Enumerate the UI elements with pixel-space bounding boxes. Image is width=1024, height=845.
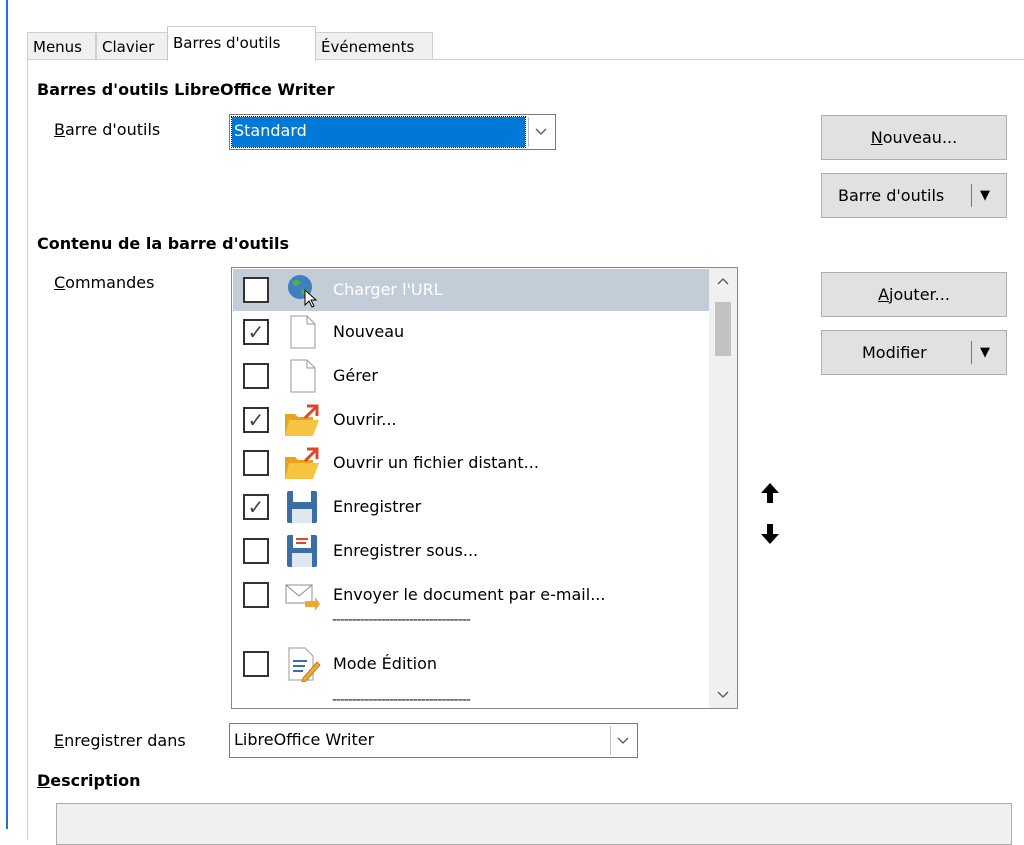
command-label: Mode Édition	[333, 654, 438, 673]
chevron-down-icon[interactable]	[528, 117, 553, 147]
save-in-value: LibreOffice Writer	[234, 730, 375, 749]
commands-list[interactable]: Charger l'URL ✓ Nouveau Gérer ✓ Ouvrir..…	[231, 267, 738, 709]
new-button-rest: ouveau...	[882, 128, 958, 147]
command-separator: ----------------------------------	[332, 692, 471, 708]
toolbar-select-value: Standard	[231, 116, 526, 148]
command-row-manage[interactable]: Gérer	[233, 355, 709, 397]
content-heading: Contenu de la barre d'outils	[37, 234, 290, 253]
toolbar-menu-label: Barre d'outils	[838, 186, 945, 205]
command-checkbox[interactable]	[243, 450, 269, 476]
tab-menus[interactable]: Menus	[27, 32, 96, 60]
toolbar-menu-button[interactable]: Barre d'outils ▼	[821, 173, 1007, 218]
save-in-mnemonic: E	[54, 731, 65, 750]
tab-label: Événements	[321, 38, 415, 56]
split-divider	[971, 341, 972, 364]
add-button-mnemonic: A	[878, 285, 890, 304]
split-divider	[971, 184, 972, 207]
move-up-arrow-icon[interactable]	[758, 482, 782, 506]
command-label: Envoyer le document par e-mail...	[333, 585, 606, 604]
tab-barres-d-outils[interactable]: Barres d'outils	[167, 26, 316, 61]
add-command-button[interactable]: Ajouter...	[821, 272, 1007, 317]
scroll-up-icon[interactable]	[709, 268, 737, 294]
floppy-saveas-icon	[287, 535, 317, 567]
command-row-open-remote[interactable]: Ouvrir un fichier distant...	[233, 442, 709, 484]
modify-command-button[interactable]: Modifier ▼	[821, 330, 1007, 375]
new-toolbar-button[interactable]: Nouveau...	[821, 115, 1007, 160]
toolbar-label-rest: arre d'outils	[64, 120, 161, 139]
tab-label: Barres d'outils	[173, 34, 281, 52]
command-checkbox[interactable]	[243, 582, 269, 608]
tab-label: Clavier	[102, 38, 155, 56]
tab-label: Menus	[33, 38, 82, 56]
command-label: Ouvrir...	[333, 410, 397, 429]
scroll-down-icon[interactable]	[709, 682, 737, 708]
command-label: Gérer	[333, 366, 378, 385]
save-in-select[interactable]: LibreOffice Writer	[229, 723, 638, 758]
commands-mnemonic: C	[54, 273, 66, 292]
folder-open-icon	[285, 447, 319, 479]
document-icon	[290, 315, 316, 349]
command-checkbox-checked[interactable]: ✓	[243, 319, 269, 345]
save-in-label-rest: nregistrer dans	[64, 731, 186, 750]
command-label: Enregistrer	[333, 497, 422, 516]
move-down-arrow-icon[interactable]	[758, 523, 782, 547]
toolbar-label-mnemonic: B	[54, 120, 65, 139]
command-checkbox[interactable]	[243, 363, 269, 389]
command-label: Nouveau	[333, 322, 405, 341]
floppy-icon	[287, 491, 317, 523]
globe-icon	[288, 275, 318, 308]
command-label: Enregistrer sous...	[333, 541, 479, 560]
save-in-label: Enregistrer dans	[54, 731, 186, 750]
command-row-new[interactable]: ✓ Nouveau	[233, 311, 709, 353]
command-checkbox-checked[interactable]: ✓	[243, 494, 269, 520]
commands-scrollbar[interactable]	[709, 268, 737, 708]
dropdown-arrow-icon: ▼	[980, 345, 990, 360]
description-box	[56, 803, 1012, 845]
command-checkbox[interactable]	[243, 277, 269, 303]
command-row-save[interactable]: ✓ Enregistrer	[233, 486, 709, 528]
toolbar-select[interactable]: Standard	[229, 114, 556, 150]
chevron-down-icon[interactable]	[610, 726, 635, 755]
command-row-edit-mode[interactable]: Mode Édition	[233, 643, 709, 685]
modify-button-label: Modifier	[862, 343, 927, 362]
window-left-edge	[6, 0, 8, 829]
command-checkbox-checked[interactable]: ✓	[243, 407, 269, 433]
command-checkbox[interactable]	[243, 538, 269, 564]
description-mnemonic: D	[37, 771, 51, 790]
command-checkbox[interactable]	[243, 651, 269, 677]
commands-label: Commandes	[54, 273, 154, 292]
toolbar-label: Barre d'outils	[54, 120, 160, 139]
description-heading: Description	[37, 771, 140, 790]
new-button-mnemonic: N	[870, 128, 883, 147]
folder-open-icon	[285, 404, 319, 436]
command-label: Ouvrir un fichier distant...	[333, 453, 539, 472]
edit-mode-icon	[288, 647, 321, 682]
tab-evenements[interactable]: Événements	[315, 32, 433, 60]
description-heading-rest: escription	[50, 771, 141, 790]
dropdown-arrow-icon: ▼	[980, 188, 990, 203]
toolbars-heading: Barres d'outils LibreOffice Writer	[37, 80, 335, 99]
command-row-open[interactable]: ✓ Ouvrir...	[233, 399, 709, 441]
document-icon	[290, 359, 316, 393]
command-row-save-as[interactable]: Enregistrer sous...	[233, 530, 709, 572]
envelope-icon	[285, 584, 320, 611]
add-button-rest: jouter...	[889, 285, 950, 304]
command-row-load-url[interactable]: Charger l'URL	[233, 269, 709, 311]
command-separator: ----------------------------------	[332, 612, 471, 628]
commands-label-rest: ommandes	[65, 273, 155, 292]
tab-clavier[interactable]: Clavier	[96, 32, 168, 60]
scrollbar-thumb[interactable]	[715, 302, 731, 356]
command-label: Charger l'URL	[333, 280, 443, 299]
command-row-send-email[interactable]: Envoyer le document par e-mail...	[233, 574, 709, 616]
